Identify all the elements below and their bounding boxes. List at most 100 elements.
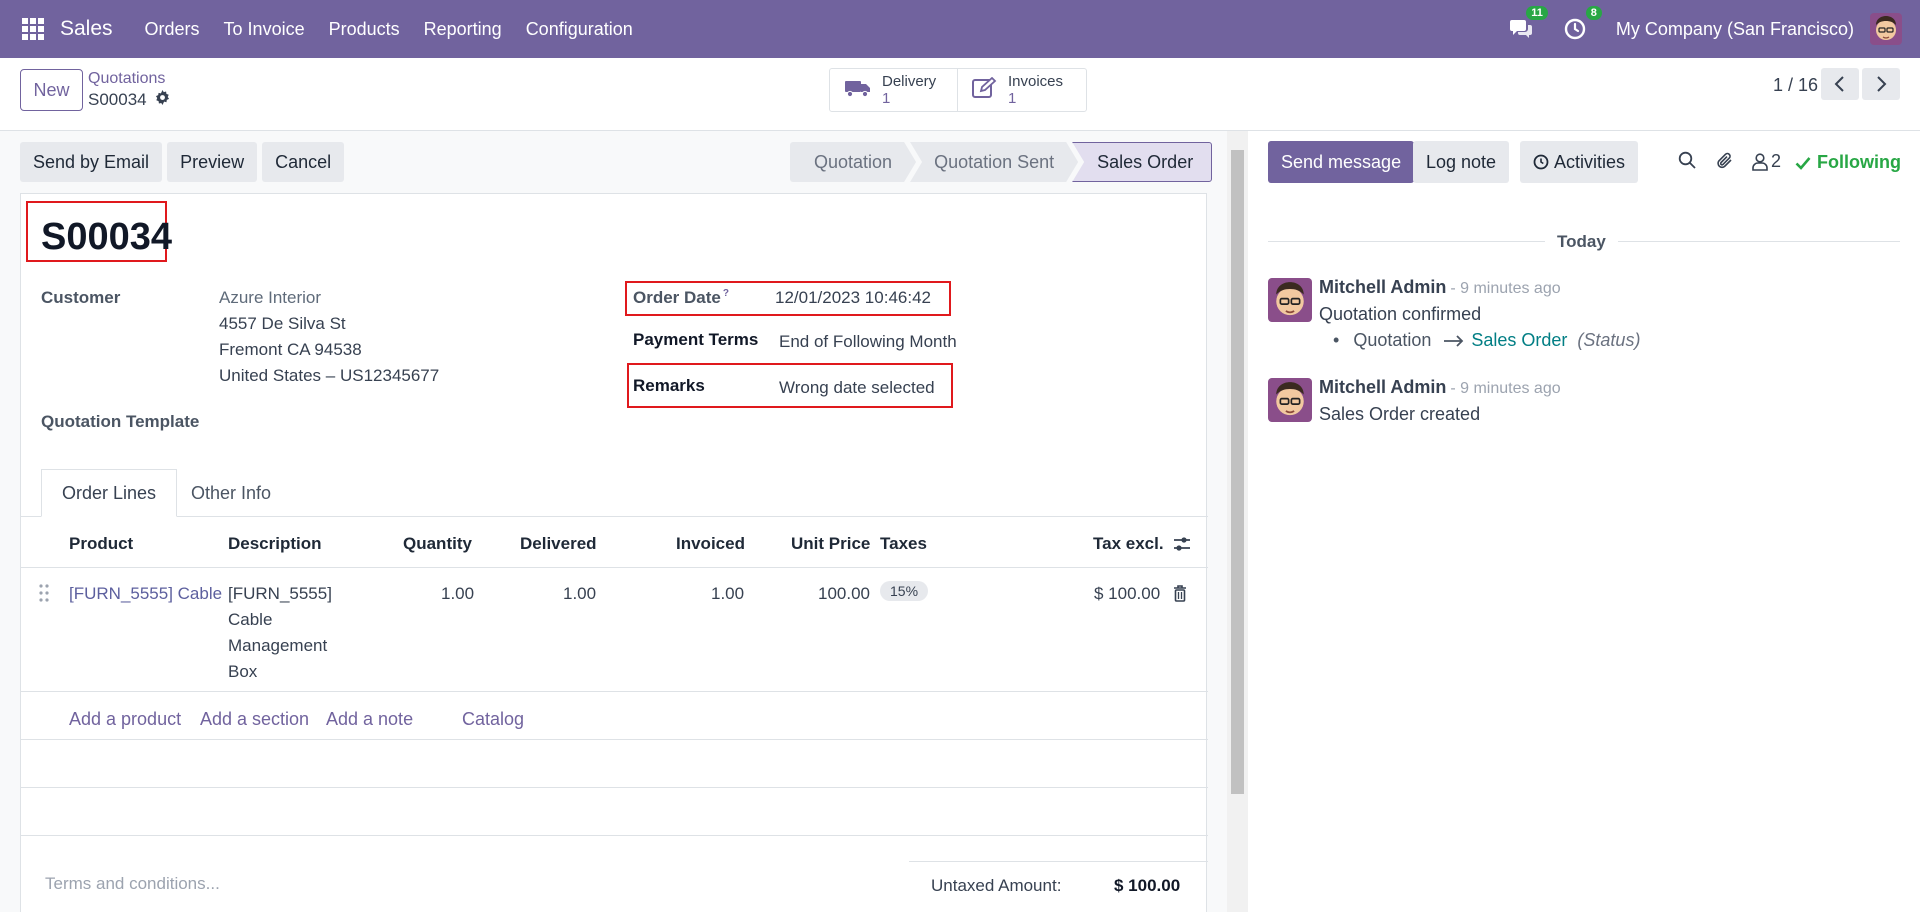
add-note-link[interactable]: Add a note [326, 709, 413, 730]
delivery-smart-button[interactable]: Delivery 1 [830, 69, 958, 111]
optional-columns-toggle[interactable] [1173, 536, 1191, 557]
menu-reporting[interactable]: Reporting [424, 19, 502, 40]
line-product[interactable]: [FURN_5555] Cable [69, 581, 222, 607]
control-panel: New Quotations S00034 Delivery 1 Invoice… [0, 58, 1920, 131]
line-unit-price[interactable]: 100.00 [818, 581, 870, 607]
line-description[interactable]: [FURN_5555] Cable Management Box [228, 581, 332, 685]
column-quantity[interactable]: Quantity [403, 534, 472, 554]
customer-label: Customer [41, 288, 121, 307]
payment-terms-label: Payment Terms [633, 330, 759, 349]
tab-other-info[interactable]: Other Info [171, 469, 291, 517]
truck-icon [844, 78, 872, 103]
column-tax-excl[interactable]: Tax excl. [1093, 534, 1164, 554]
company-switcher[interactable]: My Company (San Francisco) [1616, 19, 1854, 40]
activities-button[interactable]: Activities [1520, 141, 1639, 183]
payment-terms-value[interactable]: End of Following Month [779, 332, 957, 352]
row-divider [21, 787, 1208, 788]
quotation-template-label: Quotation Template [41, 412, 200, 431]
form-action-buttons: Send by Email Preview Cancel [20, 142, 349, 182]
add-product-link[interactable]: Add a product [69, 709, 181, 730]
log-note-button[interactable]: Log note [1413, 141, 1510, 183]
column-taxes[interactable]: Taxes [880, 534, 927, 554]
message-avatar[interactable] [1268, 378, 1312, 422]
app-brand[interactable]: Sales [60, 17, 113, 41]
preview-button[interactable]: Preview [167, 142, 258, 182]
column-invoiced[interactable]: Invoiced [676, 534, 745, 554]
messaging-menu[interactable]: 11 [1508, 6, 1548, 42]
check-icon [1795, 156, 1811, 170]
message-time: - 9 minutes ago [1450, 280, 1561, 297]
totals-divider [909, 861, 1208, 862]
breadcrumb-current-label: S00034 [88, 90, 147, 109]
line-invoiced: 1.00 [711, 584, 745, 603]
send-message-button[interactable]: Send message [1268, 141, 1415, 183]
tracking-value: • Quotation Sales Order (Status) [1333, 330, 1640, 351]
trash-icon[interactable] [1173, 585, 1187, 607]
line-tax-badge[interactable]: 15% [880, 581, 929, 601]
order-date-label-text: Order Date [633, 288, 721, 307]
tab-order-lines[interactable]: Order Lines [41, 469, 178, 517]
line-delivered[interactable]: 1.00 [563, 581, 596, 607]
invoices-smart-button[interactable]: Invoices 1 [958, 69, 1086, 111]
untaxed-amount-value: $ 100.00 [1114, 876, 1181, 895]
followers-button[interactable]: 2 [1752, 151, 1781, 172]
terms-conditions-input[interactable]: Terms and conditions... [45, 874, 220, 894]
customer-address-city: Fremont CA 94538 [219, 340, 362, 359]
column-description[interactable]: Description [228, 534, 322, 554]
drag-handle-icon[interactable] [39, 584, 49, 607]
new-button[interactable]: New [20, 69, 83, 111]
activities-menu[interactable]: 8 [1562, 6, 1602, 42]
following-button[interactable]: Following [1795, 152, 1901, 173]
breadcrumb-quotations[interactable]: Quotations [88, 70, 165, 88]
pager-previous-button[interactable] [1821, 68, 1859, 100]
cancel-button[interactable]: Cancel [262, 142, 345, 182]
user-avatar[interactable] [1870, 13, 1902, 45]
message-author[interactable]: Mitchell Admin - 9 minutes ago [1319, 377, 1561, 398]
menu-products[interactable]: Products [329, 19, 400, 40]
column-unit-price[interactable]: Unit Price [791, 534, 870, 554]
date-separator-today: Today [1545, 232, 1618, 252]
tracking-field-name: (Status) [1577, 330, 1641, 350]
paperclip-icon[interactable] [1716, 151, 1734, 175]
help-tooltip-icon[interactable]: ? [723, 288, 729, 299]
stage-quotation-sent[interactable]: Quotation Sent [910, 142, 1078, 182]
form-scrollbar-thumb[interactable] [1231, 150, 1244, 794]
status-stages: Quotation Quotation Sent Sales Order [790, 142, 1213, 182]
gear-icon[interactable] [155, 90, 170, 110]
add-section-link[interactable]: Add a section [200, 709, 309, 730]
arrow-right-icon [1444, 334, 1464, 347]
message-time: - 9 minutes ago [1450, 380, 1561, 397]
catalog-link[interactable]: Catalog [462, 709, 524, 730]
menu-configuration[interactable]: Configuration [526, 19, 633, 40]
column-product[interactable]: Product [69, 534, 133, 554]
apps-grid-icon[interactable] [22, 18, 44, 40]
clock-icon [1533, 154, 1549, 170]
messages-count-badge: 11 [1526, 6, 1548, 20]
menu-orders[interactable]: Orders [145, 19, 200, 40]
invoice-edit-icon [972, 76, 998, 104]
menu-to-invoice[interactable]: To Invoice [224, 19, 305, 40]
stage-sales-order[interactable]: Sales Order [1072, 142, 1213, 182]
line-quantity[interactable]: 1.00 [441, 581, 474, 607]
smart-buttons: Delivery 1 Invoices 1 [829, 68, 1087, 112]
column-delivered[interactable]: Delivered [520, 534, 597, 554]
table-header-divider [21, 567, 1208, 568]
send-by-email-button[interactable]: Send by Email [20, 142, 163, 182]
delivery-count: 1 [882, 90, 891, 107]
stage-quotation[interactable]: Quotation [790, 142, 916, 182]
customer-name[interactable]: Azure Interior [219, 288, 321, 308]
activities-count-badge: 8 [1585, 6, 1602, 20]
pager-value[interactable]: 1 / 16 [1773, 75, 1818, 96]
search-icon[interactable] [1678, 151, 1696, 174]
untaxed-amount-label: Untaxed Amount: [931, 876, 1062, 895]
pager-next-button[interactable] [1862, 68, 1900, 100]
remarks-value[interactable]: Wrong date selected [779, 378, 935, 398]
message-author[interactable]: Mitchell Admin - 9 minutes ago [1319, 277, 1561, 298]
message-avatar[interactable] [1268, 278, 1312, 322]
user-icon [1752, 152, 1768, 171]
chevron-left-icon [1834, 76, 1844, 92]
message-body: Quotation confirmed [1319, 304, 1482, 324]
delivery-label: Delivery [882, 73, 937, 90]
row-divider [21, 739, 1208, 740]
order-date-value[interactable]: 12/01/2023 10:46:42 [775, 288, 931, 308]
